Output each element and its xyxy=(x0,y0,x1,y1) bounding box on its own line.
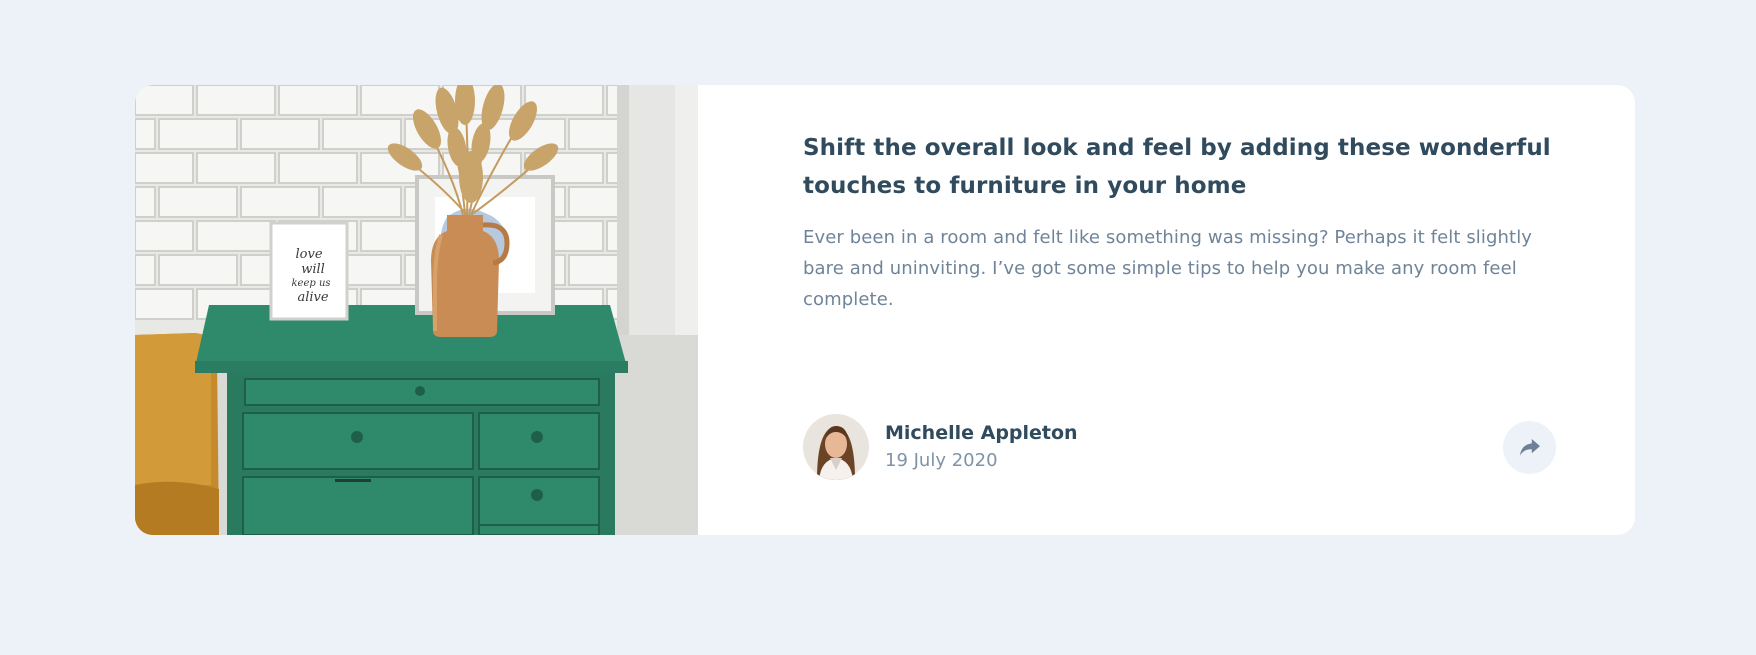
article-headline[interactable]: Shift the overall look and feel by addin… xyxy=(803,129,1563,205)
svg-text:love: love xyxy=(295,247,322,262)
author-meta: Michelle Appleton 19 July 2020 xyxy=(885,420,1078,474)
article-image: love will keep us alive xyxy=(135,85,698,535)
article-content: Shift the overall look and feel by addin… xyxy=(698,85,1635,535)
share-icon xyxy=(1519,439,1540,456)
avatar xyxy=(803,414,869,480)
article-excerpt: Ever been in a room and felt like someth… xyxy=(803,227,1533,310)
author-name: Michelle Appleton xyxy=(885,422,1078,444)
publish-date: 19 July 2020 xyxy=(885,450,998,471)
furniture-photo: love will keep us alive xyxy=(135,85,698,535)
svg-text:keep us: keep us xyxy=(291,278,330,289)
author-block: Michelle Appleton 19 July 2020 xyxy=(803,414,1078,480)
share-button[interactable] xyxy=(1503,421,1556,474)
article-preview-card: love will keep us alive Shift the overal… xyxy=(135,85,1635,535)
avatar-photo xyxy=(803,414,869,480)
svg-text:will: will xyxy=(301,262,325,277)
svg-text:alive: alive xyxy=(297,290,328,305)
